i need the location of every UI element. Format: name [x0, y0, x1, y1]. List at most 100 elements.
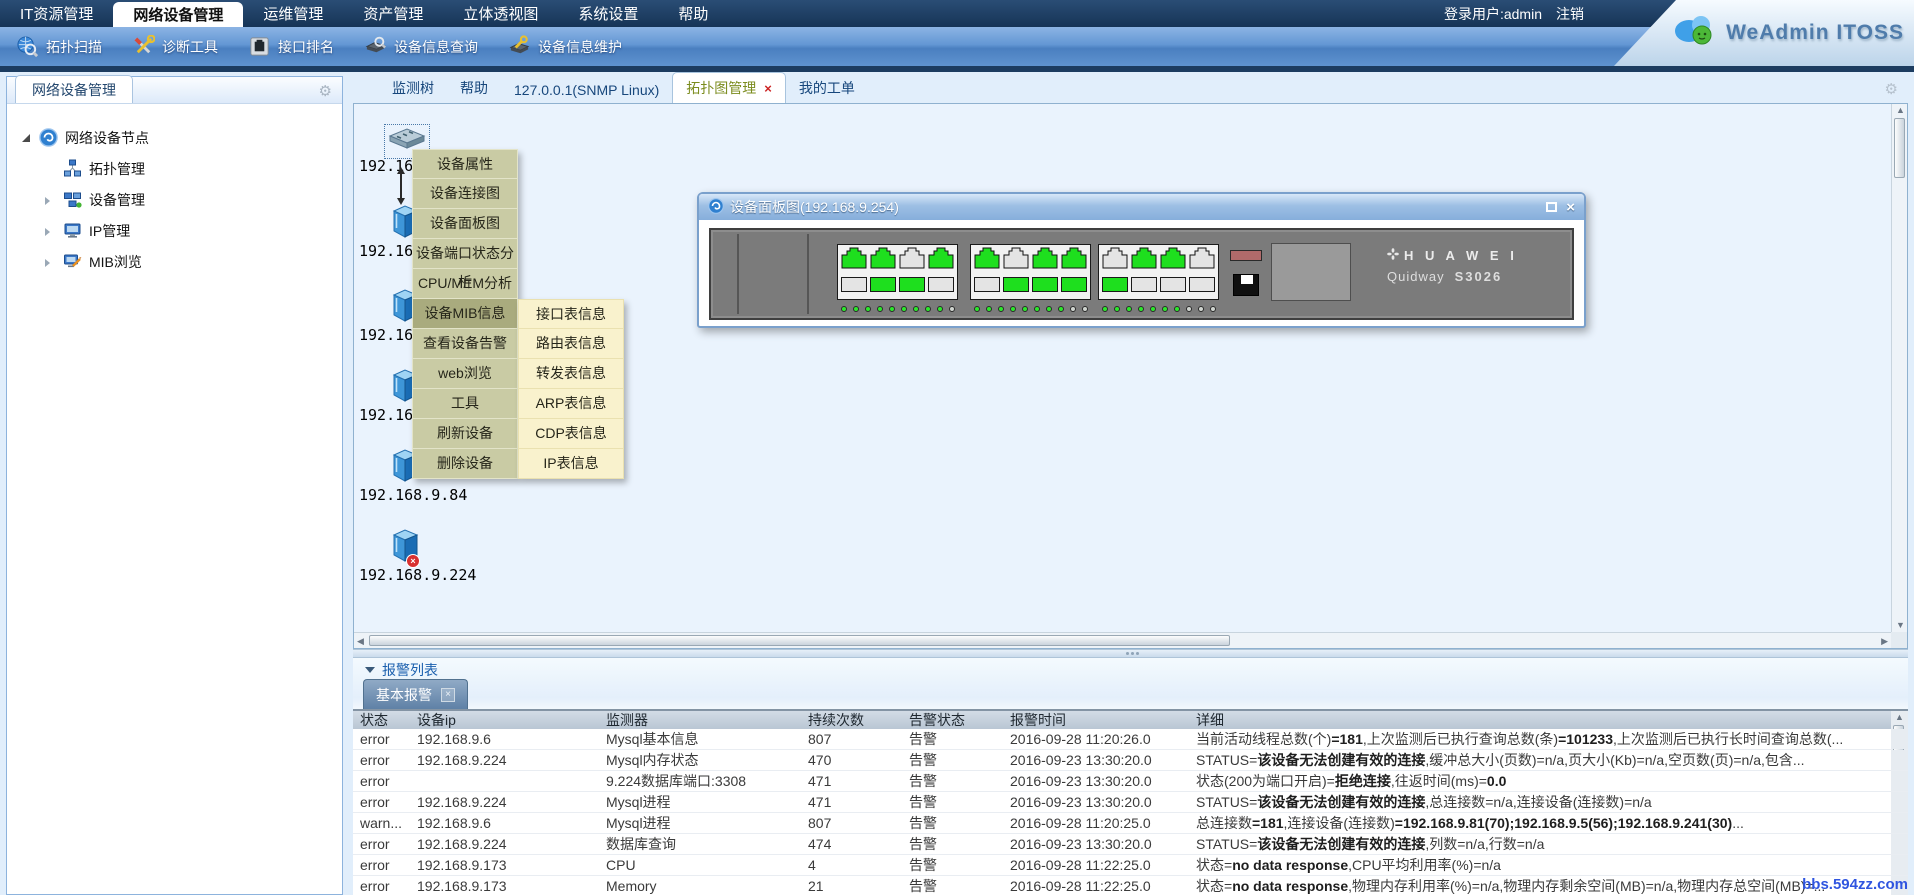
- context-menu-item[interactable]: 设备面板图: [412, 209, 518, 239]
- status-led: [986, 306, 992, 312]
- top-menu-item[interactable]: 资产管理: [343, 0, 443, 27]
- column-header[interactable]: 持续次数: [801, 710, 902, 730]
- rj45-port: [1003, 247, 1029, 274]
- submenu-item[interactable]: 路由表信息: [518, 329, 624, 359]
- content-tab[interactable]: 帮助: [447, 73, 501, 103]
- tree-expand-icon[interactable]: [21, 130, 32, 146]
- top-menu-item[interactable]: 网络设备管理: [113, 2, 243, 27]
- submenu-item[interactable]: 接口表信息: [518, 299, 624, 329]
- rj45-port: [870, 277, 896, 292]
- cell-status: error: [353, 836, 410, 852]
- top-menu-item[interactable]: 帮助: [658, 0, 728, 27]
- table-row[interactable]: error192.168.9.224Mysql进程471告警2016-09-23…: [353, 792, 1908, 813]
- tabstrip-gear-icon[interactable]: ⚙: [1885, 80, 1898, 98]
- canvas-vscroll-thumb[interactable]: [1894, 118, 1905, 178]
- top-menu-item[interactable]: 立体透视图: [443, 0, 558, 27]
- top-menu-item[interactable]: 运维管理: [243, 0, 343, 27]
- sidebar-title-tab[interactable]: 网络设备管理: [15, 75, 133, 103]
- alarm-section-header[interactable]: 报警列表: [353, 658, 1908, 682]
- uplink-rj45-port: [1233, 274, 1259, 296]
- table-row[interactable]: error192.168.9.173Memory21告警2016-09-28 1…: [353, 876, 1908, 895]
- column-header[interactable]: 详细: [1189, 710, 1891, 730]
- tab-close-icon[interactable]: ×: [764, 82, 772, 95]
- column-header[interactable]: 状态: [353, 710, 410, 730]
- top-menu-item[interactable]: IT资源管理: [0, 0, 113, 27]
- context-menu-item[interactable]: web浏览: [412, 359, 518, 389]
- rj45-port: [974, 277, 1000, 292]
- logout-link[interactable]: 注销: [1556, 4, 1584, 24]
- tab-strip: 监测树帮助127.0.0.1(SNMP Linux)拓扑图管理×我的工单⚙: [353, 76, 1908, 103]
- context-menu-item[interactable]: 删除设备: [412, 449, 518, 479]
- table-row[interactable]: error192.168.9.224数据库查询474告警2016-09-23 1…: [353, 834, 1908, 855]
- dialog-close-icon[interactable]: ×: [1566, 200, 1575, 215]
- scroll-up-icon[interactable]: ▲: [1896, 106, 1905, 115]
- alarm-tab-basic[interactable]: 基本报警 ×: [363, 679, 468, 709]
- rj45-port: [1102, 277, 1128, 292]
- splitter-bar[interactable]: [353, 649, 1908, 658]
- context-menu-item[interactable]: CPU/MEM分析: [412, 269, 518, 299]
- status-led: [1150, 306, 1156, 312]
- dialog-restore-icon[interactable]: [1546, 202, 1557, 212]
- toolbar-button[interactable]: 接口排名: [248, 35, 334, 58]
- content-tab[interactable]: 127.0.0.1(SNMP Linux): [501, 77, 672, 103]
- table-row[interactable]: warn...192.168.9.6Mysql进程807告警2016-09-28…: [353, 813, 1908, 834]
- alarm-section: 报警列表 基本报警 × 状态设备ip监测器持续次数告警状态报警时间详细 ▲ err…: [353, 658, 1908, 895]
- table-row[interactable]: error192.168.9.173CPU4告警2016-09-28 11:22…: [353, 855, 1908, 876]
- tree-expand-icon[interactable]: [45, 223, 56, 239]
- tree-node[interactable]: IP管理: [21, 215, 342, 246]
- sidebar-tree: 网络设备节点拓扑管理设备管理IP管理MIB浏览: [7, 104, 342, 277]
- table-scrollbar[interactable]: ▲: [1891, 711, 1908, 729]
- context-menu-item[interactable]: 设备MIB信息: [412, 299, 518, 329]
- tree-node[interactable]: 拓扑管理: [21, 153, 342, 184]
- status-led: [925, 306, 931, 312]
- cell-count: 807: [801, 731, 902, 747]
- content-tab[interactable]: 拓扑图管理×: [672, 72, 786, 103]
- context-menu-item[interactable]: 查看设备告警: [412, 329, 518, 359]
- table-row[interactable]: error9.224数据库端口:3308471告警2016-09-23 13:3…: [353, 771, 1908, 792]
- column-header[interactable]: 报警时间: [1003, 710, 1189, 730]
- dialog-titlebar[interactable]: 设备面板图(192.168.9.254) ×: [699, 194, 1584, 220]
- tree-expand-icon[interactable]: [45, 192, 56, 208]
- top-menu-item[interactable]: 系统设置: [558, 0, 658, 27]
- column-header[interactable]: 告警状态: [902, 710, 1003, 730]
- scroll-down-icon[interactable]: ▼: [1896, 621, 1905, 630]
- cell-device-ip: 192.168.9.6: [410, 731, 599, 747]
- toolbar-button[interactable]: 拓扑扫描: [16, 35, 102, 58]
- table-row[interactable]: error192.168.9.6Mysql基本信息807告警2016-09-28…: [353, 729, 1908, 750]
- submenu-item[interactable]: CDP表信息: [518, 419, 624, 449]
- context-menu-item[interactable]: 刷新设备: [412, 419, 518, 449]
- cell-time: 2016-09-28 11:20:25.0: [1003, 815, 1189, 831]
- content-tab[interactable]: 我的工单: [786, 73, 868, 103]
- toolbar-button[interactable]: 诊断工具: [132, 35, 218, 58]
- toolbar-button[interactable]: 设备信息查询: [364, 35, 478, 58]
- column-header[interactable]: 设备ip: [410, 710, 599, 730]
- cell-detail: STATUS=该设备无法创建有效的连接,列数=n/a,行数=n/a: [1189, 834, 1891, 854]
- tree-node[interactable]: 网络设备节点: [21, 122, 342, 153]
- topology-device[interactable]: ×: [390, 528, 421, 570]
- context-menu-item[interactable]: 设备端口状态分析: [412, 239, 518, 269]
- canvas-vertical-scrollbar[interactable]: ▲ ▼: [1891, 104, 1907, 632]
- content-tab[interactable]: 监测树: [379, 73, 447, 103]
- submenu-item[interactable]: ARP表信息: [518, 389, 624, 419]
- tree-node[interactable]: 设备管理: [21, 184, 342, 215]
- scroll-left-icon[interactable]: ◀: [357, 637, 364, 646]
- sidebar-gear-icon[interactable]: ⚙: [319, 82, 332, 100]
- toolbar-button[interactable]: 设备信息维护: [508, 35, 622, 58]
- scroll-up-icon[interactable]: ▲: [1895, 713, 1904, 722]
- rj45-port: [928, 277, 954, 292]
- alarm-tab-close-icon[interactable]: ×: [441, 688, 455, 702]
- table-row[interactable]: error192.168.9.224Mysql内存状态470告警2016-09-…: [353, 750, 1908, 771]
- context-menu-item[interactable]: 设备连接图: [412, 179, 518, 209]
- submenu-item[interactable]: 转发表信息: [518, 359, 624, 389]
- column-header[interactable]: 监测器: [599, 710, 801, 730]
- tree-expand-icon[interactable]: [45, 254, 56, 270]
- topology-canvas[interactable]: 设备面板图(192.168.9.254) ×: [354, 104, 1891, 632]
- submenu-item[interactable]: IP表信息: [518, 449, 624, 479]
- context-menu-item[interactable]: 工具: [412, 389, 518, 419]
- toolbar-bottom-strip: [0, 66, 1914, 72]
- context-menu-item[interactable]: 设备属性: [412, 149, 518, 179]
- canvas-hscroll-thumb[interactable]: [369, 635, 1230, 646]
- tree-node[interactable]: MIB浏览: [21, 246, 342, 277]
- scroll-right-icon[interactable]: ▶: [1881, 637, 1888, 646]
- canvas-horizontal-scrollbar[interactable]: ◀ ▶: [354, 632, 1891, 648]
